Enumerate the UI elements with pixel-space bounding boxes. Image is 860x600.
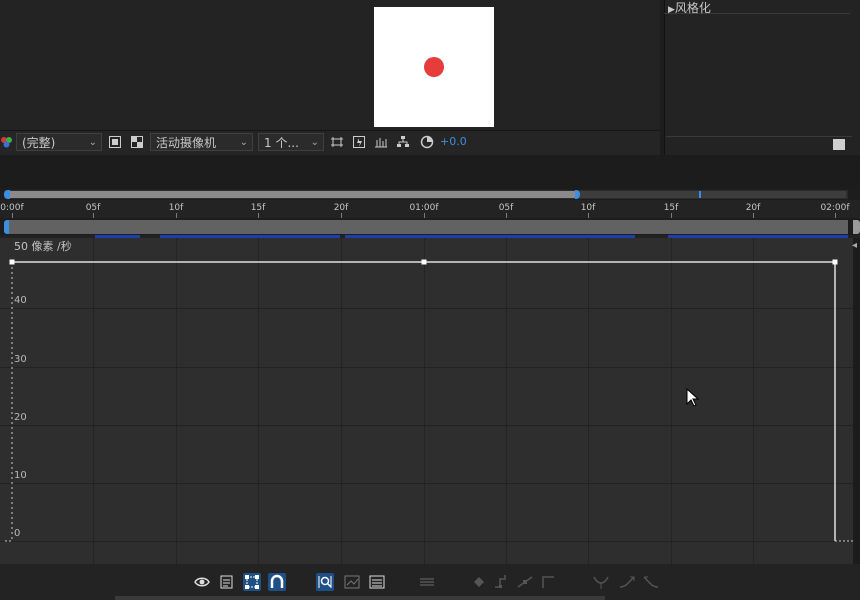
convert-auto-bezier-icon[interactable] [516, 573, 534, 591]
mouse-cursor-icon [686, 388, 700, 407]
camera-dropdown[interactable]: 活动摄像机 ⌄ [150, 133, 253, 151]
ruler-tick [341, 213, 342, 218]
keyframe-point[interactable] [421, 259, 427, 265]
ruler-label: 02:00f [820, 203, 850, 213]
exposure-reset-icon[interactable] [420, 135, 434, 149]
flowchart-icon[interactable] [396, 135, 410, 149]
ruler-tick [424, 213, 425, 218]
current-time-marker[interactable] [699, 191, 701, 198]
ruler-tick [176, 213, 177, 218]
ruler-tick [12, 213, 13, 218]
ruler-label: 0:00f [0, 203, 24, 213]
effects-category-stylize[interactable]: ▶风格化 [668, 0, 711, 16]
ruler-label: 05f [85, 203, 101, 213]
red-circle-layer[interactable] [424, 57, 444, 77]
views-dropdown[interactable]: 1 个... ⌄ [258, 133, 324, 151]
navigator-start-handle[interactable] [4, 220, 9, 234]
graph-right-edge [853, 238, 860, 564]
zoom-all-icon[interactable] [368, 573, 386, 591]
easy-ease-out-icon[interactable] [642, 573, 660, 591]
graph-type-icon[interactable] [218, 573, 236, 591]
easy-ease-icon[interactable] [592, 573, 610, 591]
triangle-right-icon: ▶ [668, 5, 675, 15]
ruler-label: 20f [745, 203, 761, 213]
convert-hold-icon[interactable] [492, 573, 510, 591]
ruler-tick [258, 213, 259, 218]
chevron-down-icon: ⌄ [310, 137, 319, 148]
ruler-label: 10f [168, 203, 184, 213]
keyframe-point[interactable] [9, 259, 15, 265]
ruler-label: 01:00f [409, 203, 439, 213]
color-channel-icon[interactable] [0, 135, 14, 149]
fit-all-icon[interactable] [343, 573, 361, 591]
toggle-pixel-aspect-icon[interactable] [330, 135, 344, 149]
scroll-handle-icon[interactable]: ◂ [852, 240, 860, 254]
chevron-down-icon: ⌄ [239, 137, 248, 148]
panel-footer [666, 136, 852, 153]
work-area-range[interactable] [8, 191, 576, 198]
timeline-header-strip [0, 155, 860, 188]
navigator-end-handle[interactable] [853, 220, 860, 234]
graph-editor-toolbar [0, 564, 860, 600]
resolution-dropdown[interactable]: (完整) ⌄ [16, 133, 102, 151]
transform-box-icon[interactable] [243, 573, 261, 591]
ruler-tick [671, 213, 672, 218]
work-area-start-handle[interactable] [4, 190, 10, 199]
ruler-label: 05f [498, 203, 514, 213]
camera-value: 活动摄像机 [156, 136, 217, 150]
ruler-label: 15f [663, 203, 679, 213]
ruler-label: 10f [580, 203, 596, 213]
ruler-tick [588, 213, 589, 218]
region-of-interest-icon[interactable] [108, 135, 122, 149]
fast-preview-icon[interactable] [352, 135, 366, 149]
viewer-toolbar: (完整) ⌄ 活动摄像机 ⌄ 1 个... ⌄ +0.0 [0, 130, 660, 156]
edit-keyframe-icon[interactable] [470, 573, 488, 591]
work-area-remainder [578, 191, 846, 198]
time-navigator[interactable] [8, 220, 848, 234]
ruler-tick [753, 213, 754, 218]
linear-icon[interactable] [540, 573, 558, 591]
ruler-label: 15f [250, 203, 266, 213]
visibility-eye-icon[interactable] [193, 573, 211, 591]
ruler-tick [506, 213, 507, 218]
ruler-tick [835, 213, 836, 218]
ruler-tick [93, 213, 94, 218]
chevron-down-icon: ⌄ [88, 137, 97, 148]
keyframe-point[interactable] [832, 259, 838, 265]
views-value: 1 个... [264, 136, 299, 150]
easy-ease-in-icon[interactable] [618, 573, 636, 591]
timeline-icon[interactable] [374, 135, 388, 149]
checkerboard-icon[interactable] [130, 135, 144, 149]
ruler-label: 20f [333, 203, 349, 213]
resolution-value: (完整) [22, 136, 56, 150]
effects-panel [664, 0, 860, 155]
category-label: 风格化 [674, 1, 711, 15]
speed-curve[interactable] [0, 238, 853, 564]
new-item-icon[interactable] [833, 139, 845, 150]
composition-viewer[interactable] [0, 0, 660, 130]
exposure-value[interactable]: +0.0 [440, 135, 467, 148]
snapping-icon[interactable] [268, 573, 286, 591]
horizontal-scrollbar[interactable] [115, 596, 605, 600]
separate-dimensions-icon[interactable] [418, 573, 436, 591]
fit-selection-icon[interactable] [316, 573, 334, 591]
